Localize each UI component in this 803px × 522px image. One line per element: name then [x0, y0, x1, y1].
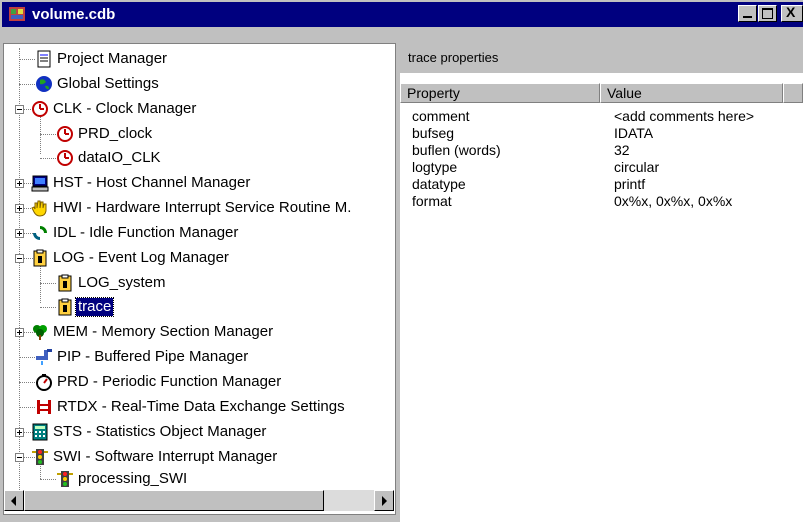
property-value: IDATA	[614, 125, 654, 141]
stopwatch-icon	[36, 374, 52, 391]
tree-icon	[33, 325, 47, 340]
traffic-light-icon	[57, 471, 73, 487]
property-value: printf	[614, 176, 646, 192]
tree-item-prd-clock[interactable]: PRD_clock	[4, 123, 394, 145]
tree-item-clk[interactable]: CLK - Clock Manager	[4, 98, 394, 120]
object-tree[interactable]: Project Manager Global Settings CLK - Cl…	[3, 43, 396, 515]
property-row[interactable]: buflen (words) 32	[400, 142, 803, 159]
tree-item-mem[interactable]: MEM - Memory Section Manager	[4, 321, 394, 343]
title-bar[interactable]: volume.cdb X	[2, 2, 803, 27]
property-row[interactable]: comment <add comments here>	[400, 108, 803, 125]
tree-item-swi[interactable]: SWI - Software Interrupt Manager	[4, 446, 394, 468]
property-value: 0x%x, 0x%x, 0x%x	[614, 193, 733, 209]
property-name: datatype	[412, 176, 466, 192]
property-name: buflen (words)	[412, 142, 501, 158]
document-icon	[37, 50, 51, 68]
globe-icon	[36, 76, 52, 92]
log-icon	[33, 249, 47, 267]
tree-item-log-system[interactable]: LOG_system	[4, 272, 394, 294]
pipe-icon	[36, 349, 52, 365]
column-header-filler	[783, 83, 803, 103]
scroll-left-button[interactable]	[4, 490, 24, 511]
column-headers: Property Value	[400, 83, 803, 103]
tree-item-hwi[interactable]: HWI - Hardware Interrupt Service Routine…	[4, 197, 394, 219]
tree-item-sts[interactable]: STS - Statistics Object Manager	[4, 421, 394, 443]
property-name: logtype	[412, 159, 458, 175]
property-row[interactable]: format 0x%x, 0x%x, 0x%x	[400, 193, 803, 210]
property-name: comment	[412, 108, 470, 124]
window-title: volume.cdb	[32, 6, 116, 23]
arrow-left-icon	[11, 496, 16, 506]
properties-panel: trace properties Property Value comment …	[400, 43, 803, 522]
tree-item-log[interactable]: LOG - Event Log Manager	[4, 247, 394, 269]
property-row[interactable]: logtype circular	[400, 159, 803, 176]
calculator-icon	[32, 423, 48, 441]
tree-item-pip[interactable]: PIP - Buffered Pipe Manager	[4, 346, 394, 368]
property-row[interactable]: datatype printf	[400, 176, 803, 193]
expand-toggle[interactable]	[15, 179, 24, 188]
clock-icon	[32, 101, 48, 117]
tree-item-trace[interactable]: trace	[4, 296, 394, 318]
expand-toggle[interactable]	[15, 328, 24, 337]
log-icon	[58, 274, 72, 292]
property-name: format	[412, 193, 452, 209]
computer-icon	[31, 175, 49, 192]
close-button[interactable]: X	[781, 4, 803, 22]
maximize-button[interactable]	[758, 5, 777, 22]
property-value: circular	[614, 159, 660, 175]
hand-icon	[31, 200, 47, 217]
cycle-icon	[33, 226, 47, 240]
property-value: 32	[614, 142, 630, 158]
close-icon: X	[786, 4, 796, 20]
arrow-right-icon	[382, 496, 387, 506]
minimize-button[interactable]	[738, 5, 757, 22]
property-row[interactable]: bufseg IDATA	[400, 125, 803, 142]
property-name: bufseg	[412, 125, 455, 141]
clock-icon	[57, 150, 73, 166]
collapse-toggle[interactable]	[15, 105, 24, 114]
scroll-thumb[interactable]	[24, 490, 324, 511]
collapse-toggle[interactable]	[15, 453, 24, 462]
tree-item-rtdx[interactable]: RTDX - Real-Time Data Exchange Settings	[4, 396, 394, 418]
tree-item-prd[interactable]: PRD - Periodic Function Manager	[4, 371, 394, 393]
collapse-toggle[interactable]	[15, 254, 24, 263]
tree-item-dataio-clk[interactable]: dataIO_CLK	[4, 147, 394, 169]
app-icon	[9, 7, 25, 21]
traffic-light-icon	[32, 449, 48, 465]
application-window: volume.cdb X Project Manager Global Sett…	[0, 0, 803, 522]
clock-icon	[57, 126, 73, 142]
expand-toggle[interactable]	[15, 204, 24, 213]
expand-toggle[interactable]	[15, 229, 24, 238]
tree-item-processing-swi[interactable]: processing_SWI	[4, 468, 394, 490]
tree-item-global-settings[interactable]: Global Settings	[4, 73, 394, 95]
tree-item-project-manager[interactable]: Project Manager	[4, 48, 394, 70]
rtdx-icon	[37, 400, 51, 414]
tree-item-idl[interactable]: IDL - Idle Function Manager	[4, 222, 394, 244]
tree-item-hst[interactable]: HST - Host Channel Manager	[4, 172, 394, 194]
column-header-value[interactable]: Value	[600, 83, 783, 103]
column-header-property[interactable]: Property	[400, 83, 600, 103]
properties-header: trace properties	[400, 43, 803, 73]
log-icon	[58, 298, 72, 316]
scroll-right-button[interactable]	[374, 490, 394, 511]
expand-toggle[interactable]	[15, 428, 24, 437]
property-value: <add comments here>	[614, 108, 755, 124]
horizontal-scrollbar[interactable]	[4, 490, 394, 511]
